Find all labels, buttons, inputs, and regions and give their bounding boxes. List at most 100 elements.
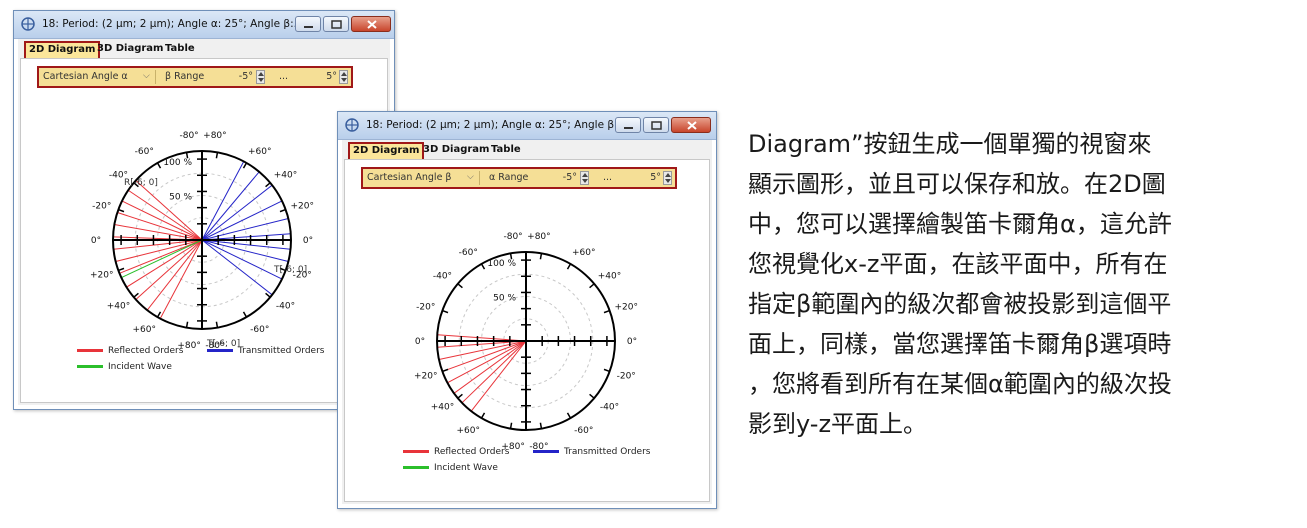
angle-label: 0° xyxy=(627,337,637,347)
angle-label: -80° xyxy=(503,232,522,242)
reflected-order-line xyxy=(135,239,203,300)
outer-tick xyxy=(215,152,219,159)
angle-label: +20° xyxy=(614,302,638,312)
reflected-order-line xyxy=(121,200,203,241)
caption-line: 顯示圖形，並且可以保存和放。在2D圖 xyxy=(748,170,1166,198)
angle-label: +80° xyxy=(203,131,227,141)
reflected-order-line xyxy=(119,239,203,274)
transmitted-order-line xyxy=(201,239,289,263)
outer-tick xyxy=(442,368,449,373)
outer-tick xyxy=(539,253,543,260)
reflected-order-line xyxy=(159,239,203,319)
close-button[interactable] xyxy=(671,117,711,133)
outer-tick xyxy=(118,208,125,213)
outer-tick xyxy=(265,182,271,188)
maximize-button[interactable] xyxy=(323,16,349,32)
legend-label: Transmitted Orders xyxy=(238,346,325,356)
angle-label: +60° xyxy=(133,325,157,335)
tab-table[interactable]: Table xyxy=(488,142,524,158)
caption-line: 影到y-z平面上。 xyxy=(748,410,928,438)
close-icon xyxy=(687,121,697,130)
caption-text: Diagram”按鈕生成一個單獨的視窗來 顯示圖形，並且可以保存和放。在2D圖 … xyxy=(748,124,1288,444)
outer-tick xyxy=(539,422,543,429)
legend-label: Incident Wave xyxy=(108,362,172,372)
outer-tick xyxy=(457,393,463,399)
diagram-panel: Cartesian Angle α ⌵ β Range -5° ... 5° -… xyxy=(20,58,388,403)
angle-label: -20° xyxy=(617,372,636,382)
app-icon xyxy=(21,17,35,31)
angle-label: +60° xyxy=(457,426,481,436)
caption-line: ，您將看到所有在某個α範圍內的級次投 xyxy=(748,370,1172,398)
diagram-panel: Cartesian Angle β ⌵ α Range -5° ... 5° -… xyxy=(344,159,710,502)
outer-percent-label: 100 % xyxy=(163,158,192,168)
transmitted-order-line xyxy=(201,239,283,280)
tab-3d-diagram[interactable]: 3D Diagram xyxy=(94,41,166,57)
angle-label: +40° xyxy=(598,272,622,282)
legend-line xyxy=(403,466,429,469)
window-client: 2D Diagram 3D Diagram Table Cartesian An… xyxy=(18,39,390,405)
reflected-order-line xyxy=(117,212,203,241)
angle-label: -60° xyxy=(574,426,593,436)
maximize-button[interactable] xyxy=(643,117,669,133)
angle-label: +20° xyxy=(90,271,114,281)
caption-line: Diagram”按鈕生成一個單獨的視窗來 xyxy=(748,130,1152,158)
tab-table[interactable]: Table xyxy=(162,41,198,57)
minimize-icon xyxy=(304,26,313,28)
minimize-icon xyxy=(624,127,633,129)
caption-line: 面上，同樣，當您選擇笛卡爾角β選項時 xyxy=(748,330,1172,358)
legend-item-transmitted: Transmitted Orders xyxy=(533,447,650,457)
app-icon xyxy=(345,118,359,132)
angle-label: +40° xyxy=(107,301,130,311)
window-titlebar[interactable]: 18: Period: (2 µm; 2 µm); Angle α: 25°; … xyxy=(338,112,716,140)
outer-tick xyxy=(589,393,595,399)
angle-label: -60° xyxy=(459,248,478,258)
transmitted-order-line xyxy=(201,184,273,241)
outer-tick xyxy=(589,283,595,289)
close-button[interactable] xyxy=(351,16,391,32)
tab-3d-diagram[interactable]: 3D Diagram xyxy=(420,142,492,158)
angle-label: +20° xyxy=(290,201,314,211)
window-title: 18: Period: (2 µm; 2 µm); Angle α: 25°; … xyxy=(42,18,304,30)
caption-line: 中，您可以選擇繪製笛卡爾角α，這允許 xyxy=(748,210,1172,238)
outer-tick xyxy=(566,412,572,419)
legend-label: Transmitted Orders xyxy=(564,447,651,457)
angle-label: -20° xyxy=(416,302,435,312)
angle-label: -40° xyxy=(600,402,619,412)
caption-line: 您視覺化x-z平面，在該平面中，所有在 xyxy=(748,250,1168,278)
close-icon xyxy=(367,20,377,29)
angle-label: +40° xyxy=(431,402,455,412)
reflected-order-line xyxy=(146,239,203,311)
outer-tick xyxy=(480,263,486,270)
reflected-order-line xyxy=(447,340,527,384)
maximize-icon xyxy=(651,121,662,130)
angle-label: +40° xyxy=(274,171,298,181)
outer-tick xyxy=(603,368,610,373)
legend-item-transmitted: Transmitted Orders xyxy=(207,346,324,356)
window-title: 18: Period: (2 µm; 2 µm); Angle α: 25°; … xyxy=(366,119,628,131)
transmitted-order-line xyxy=(201,171,260,241)
outer-tick xyxy=(509,422,513,429)
outer-tick xyxy=(242,311,248,318)
transmitted-order-line xyxy=(201,239,273,296)
outer-tick xyxy=(118,267,125,272)
outer-percent-label: 100 % xyxy=(487,259,516,269)
legend-line xyxy=(207,349,233,352)
angle-label: +20° xyxy=(414,372,438,382)
legend-line xyxy=(77,349,103,352)
minimize-button[interactable] xyxy=(295,16,321,32)
outer-tick xyxy=(480,412,486,419)
angle-label: 0° xyxy=(91,236,101,246)
minimize-button[interactable] xyxy=(615,117,641,133)
radial-percent-label: 50 % xyxy=(169,193,192,203)
angle-label: -60° xyxy=(135,147,154,157)
order-annotation: T[-6; 0] xyxy=(273,265,307,275)
outer-tick xyxy=(457,283,463,289)
angle-label: +80° xyxy=(527,232,551,242)
polar-chart: -80° +80° -60° +60° -40° +40° -20° +20° 0° 0° +20°… xyxy=(90,131,314,351)
outer-tick xyxy=(603,309,610,314)
legend-item-reflected: Reflected Orders xyxy=(403,447,509,457)
angle-label: 0° xyxy=(303,236,313,246)
order-annotation: R[-6; 0] xyxy=(124,178,158,188)
outer-tick xyxy=(442,309,449,314)
window-titlebar[interactable]: 18: Period: (2 µm; 2 µm); Angle α: 25°; … xyxy=(14,11,394,39)
